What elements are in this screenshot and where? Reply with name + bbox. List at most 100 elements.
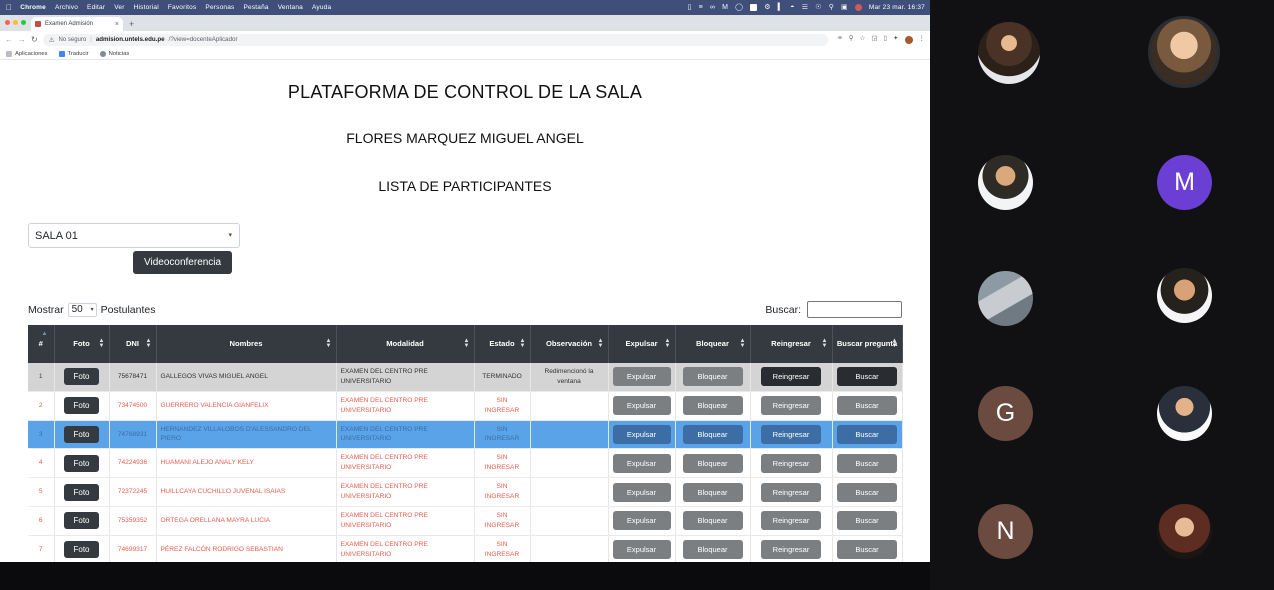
expulsar-button[interactable]: Expulsar bbox=[612, 540, 671, 560]
reingresar-button[interactable]: Reingresar bbox=[761, 424, 821, 444]
foto-button[interactable]: Foto bbox=[64, 397, 99, 415]
menu-ver[interactable]: Ver bbox=[114, 4, 124, 11]
participant-tile[interactable]: G bbox=[978, 386, 1033, 441]
bloquear-button[interactable]: Bloquear bbox=[682, 540, 743, 560]
apple-icon[interactable]:  bbox=[6, 3, 12, 12]
participant-tile-active-speaker[interactable] bbox=[1148, 16, 1220, 88]
meet-icon[interactable]: M bbox=[722, 4, 728, 11]
participant-tile[interactable]: N bbox=[978, 504, 1033, 559]
menu-archivo[interactable]: Archivo bbox=[55, 4, 78, 11]
table-row[interactable]: 3 Foto 74768931 HERNANDEZ VILLALOBOS D'ALES… bbox=[28, 420, 903, 450]
battery-icon[interactable]: ▍ bbox=[778, 4, 784, 11]
bookmark-aplicaciones[interactable]: Aplicaciones bbox=[6, 50, 48, 57]
bookmark-traducir[interactable]: Traducir bbox=[58, 50, 89, 57]
menu-personas[interactable]: Personas bbox=[205, 4, 234, 11]
extensions-puzzle-icon[interactable]: ✦ bbox=[893, 36, 898, 43]
col-reingresar[interactable]: Reingresar ▲ ▼ bbox=[750, 325, 833, 363]
menu-editar[interactable]: Editar bbox=[87, 4, 105, 11]
videoconferencia-button[interactable]: Videoconferencia bbox=[133, 251, 233, 274]
cast-icon[interactable]: ◲ bbox=[871, 36, 877, 43]
expulsar-button[interactable]: Expulsar bbox=[612, 482, 671, 502]
menu-favoritos[interactable]: Favoritos bbox=[168, 4, 197, 11]
bloquear-button[interactable]: Bloquear bbox=[682, 511, 743, 531]
col-nombres[interactable]: Nombres ▲ ▼ bbox=[156, 325, 337, 363]
extension-icon[interactable]: ⚭ bbox=[837, 36, 842, 43]
siri-icon[interactable]: ▣ bbox=[841, 4, 848, 11]
wifi-icon[interactable]: ◓ bbox=[790, 4, 794, 11]
arrow-left-icon[interactable]: ← bbox=[5, 35, 13, 44]
menu-pestana[interactable]: Pestaña bbox=[243, 4, 268, 11]
settings-icon[interactable]: ⚙ bbox=[764, 4, 770, 11]
star-icon[interactable]: ☆ bbox=[859, 36, 865, 43]
bloquear-button[interactable]: Bloquear bbox=[682, 396, 743, 416]
expulsar-button[interactable]: Expulsar bbox=[612, 367, 671, 387]
bookmark-noticias[interactable]: Noticias bbox=[99, 50, 129, 57]
col-foto[interactable]: Foto ▲ ▼ bbox=[54, 325, 110, 363]
col-dni[interactable]: DNI ▲ ▼ bbox=[109, 325, 157, 363]
expulsar-button[interactable]: Expulsar bbox=[612, 453, 671, 473]
buscar-pregunta-button[interactable]: Buscar bbox=[837, 482, 897, 502]
buscar-pregunta-button[interactable]: Buscar bbox=[837, 511, 897, 531]
reingresar-button[interactable]: Reingresar bbox=[761, 396, 821, 416]
reingresar-button[interactable]: Reingresar bbox=[761, 540, 821, 560]
col-observacion[interactable]: Observación ▲ ▼ bbox=[530, 325, 609, 363]
bloquear-button[interactable]: Bloquear bbox=[682, 482, 743, 502]
table-row[interactable]: 2 Foto 73474500 GUERRERO VALENCIA GIANFELIX… bbox=[28, 391, 903, 421]
participant-tile[interactable] bbox=[1157, 504, 1212, 559]
bloquear-button[interactable]: Bloquear bbox=[682, 367, 743, 387]
foto-button[interactable]: Foto bbox=[64, 425, 99, 443]
close-window-button[interactable] bbox=[5, 20, 10, 25]
participant-tile[interactable] bbox=[1157, 386, 1212, 441]
col-estado[interactable]: Estado ▲ ▼ bbox=[474, 325, 531, 363]
bloquear-button[interactable]: Bloquear bbox=[682, 453, 743, 473]
menu-chrome[interactable]: Chrome bbox=[20, 4, 46, 11]
foto-button[interactable]: Foto bbox=[64, 483, 99, 501]
col-bloquear[interactable]: Bloquear ▲ ▼ bbox=[675, 325, 751, 363]
address-bar[interactable]: ⚠ No seguro | admision.untels.edu.pe/?vi… bbox=[42, 33, 829, 46]
menu-ayuda[interactable]: Ayuda bbox=[312, 4, 331, 11]
browser-tab[interactable]: Examen Admisión × bbox=[31, 17, 123, 31]
col-modalidad[interactable]: Modalidad ▲ ▼ bbox=[336, 325, 475, 363]
col-index[interactable]: # ▲ bbox=[28, 325, 55, 363]
menubar-clock[interactable]: Mar 23 mar. 16:37 bbox=[869, 4, 925, 11]
participant-tile[interactable]: M bbox=[1157, 155, 1212, 210]
col-buscar-pregunta[interactable]: Buscar pregunta ▲ ▼ bbox=[832, 325, 903, 363]
search-input[interactable] bbox=[807, 301, 902, 318]
kebab-menu-icon[interactable]: ⋮ bbox=[919, 36, 926, 43]
reading-list-icon[interactable]: ▯ bbox=[883, 36, 887, 43]
expulsar-button[interactable]: Expulsar bbox=[612, 396, 671, 416]
participant-tile[interactable] bbox=[978, 271, 1033, 326]
table-row[interactable]: 6 Foto 75359352 ORTEGA ORELLANA MAYRA LUCIA… bbox=[28, 506, 903, 536]
arrow-right-icon[interactable]: → bbox=[18, 35, 26, 44]
user-icon[interactable]: ☉ bbox=[815, 4, 821, 11]
foto-button[interactable]: Foto bbox=[64, 541, 99, 559]
participant-tile[interactable] bbox=[978, 22, 1040, 84]
reload-icon[interactable]: ↻ bbox=[31, 35, 38, 44]
foto-button[interactable]: Foto bbox=[64, 368, 99, 386]
participant-tile[interactable] bbox=[978, 155, 1033, 210]
participant-tile[interactable] bbox=[1157, 268, 1212, 323]
expulsar-button[interactable]: Expulsar bbox=[612, 511, 671, 531]
screen-share-icon[interactable]: ▯ bbox=[688, 4, 692, 11]
minimize-window-button[interactable] bbox=[13, 20, 18, 25]
menu-ventana[interactable]: Ventana bbox=[278, 4, 303, 11]
buscar-pregunta-button[interactable]: Buscar bbox=[837, 540, 897, 560]
display-icon[interactable] bbox=[750, 4, 758, 11]
link-icon[interactable]: ∞ bbox=[710, 4, 715, 11]
plus-icon[interactable]: + bbox=[129, 20, 134, 31]
table-row[interactable]: 4 Foto 74224936 HUAMANI ALEJO ANALY KELY EXA… bbox=[28, 448, 903, 479]
page-length-select[interactable]: 50 bbox=[67, 302, 97, 317]
close-icon[interactable]: × bbox=[115, 21, 119, 28]
foto-button[interactable]: Foto bbox=[64, 512, 99, 530]
menu-icon[interactable]: ≡ bbox=[699, 4, 703, 11]
clock-icon[interactable]: ◯ bbox=[735, 4, 743, 11]
buscar-pregunta-button[interactable]: Buscar bbox=[837, 424, 897, 444]
notification-icon[interactable] bbox=[854, 4, 862, 11]
table-row[interactable]: 5 Foto 72372245 HUILLCAYA CUCHILLO JUVENAL … bbox=[28, 477, 903, 507]
col-expulsar[interactable]: Expulsar ▲ ▼ bbox=[608, 325, 676, 363]
reingresar-button[interactable]: Reingresar bbox=[761, 482, 821, 502]
sala-select[interactable]: SALA 01 bbox=[28, 223, 240, 248]
buscar-pregunta-button[interactable]: Buscar bbox=[837, 396, 897, 416]
search-icon[interactable]: ⚲ bbox=[849, 36, 854, 43]
menu-historial[interactable]: Historial bbox=[134, 4, 159, 11]
